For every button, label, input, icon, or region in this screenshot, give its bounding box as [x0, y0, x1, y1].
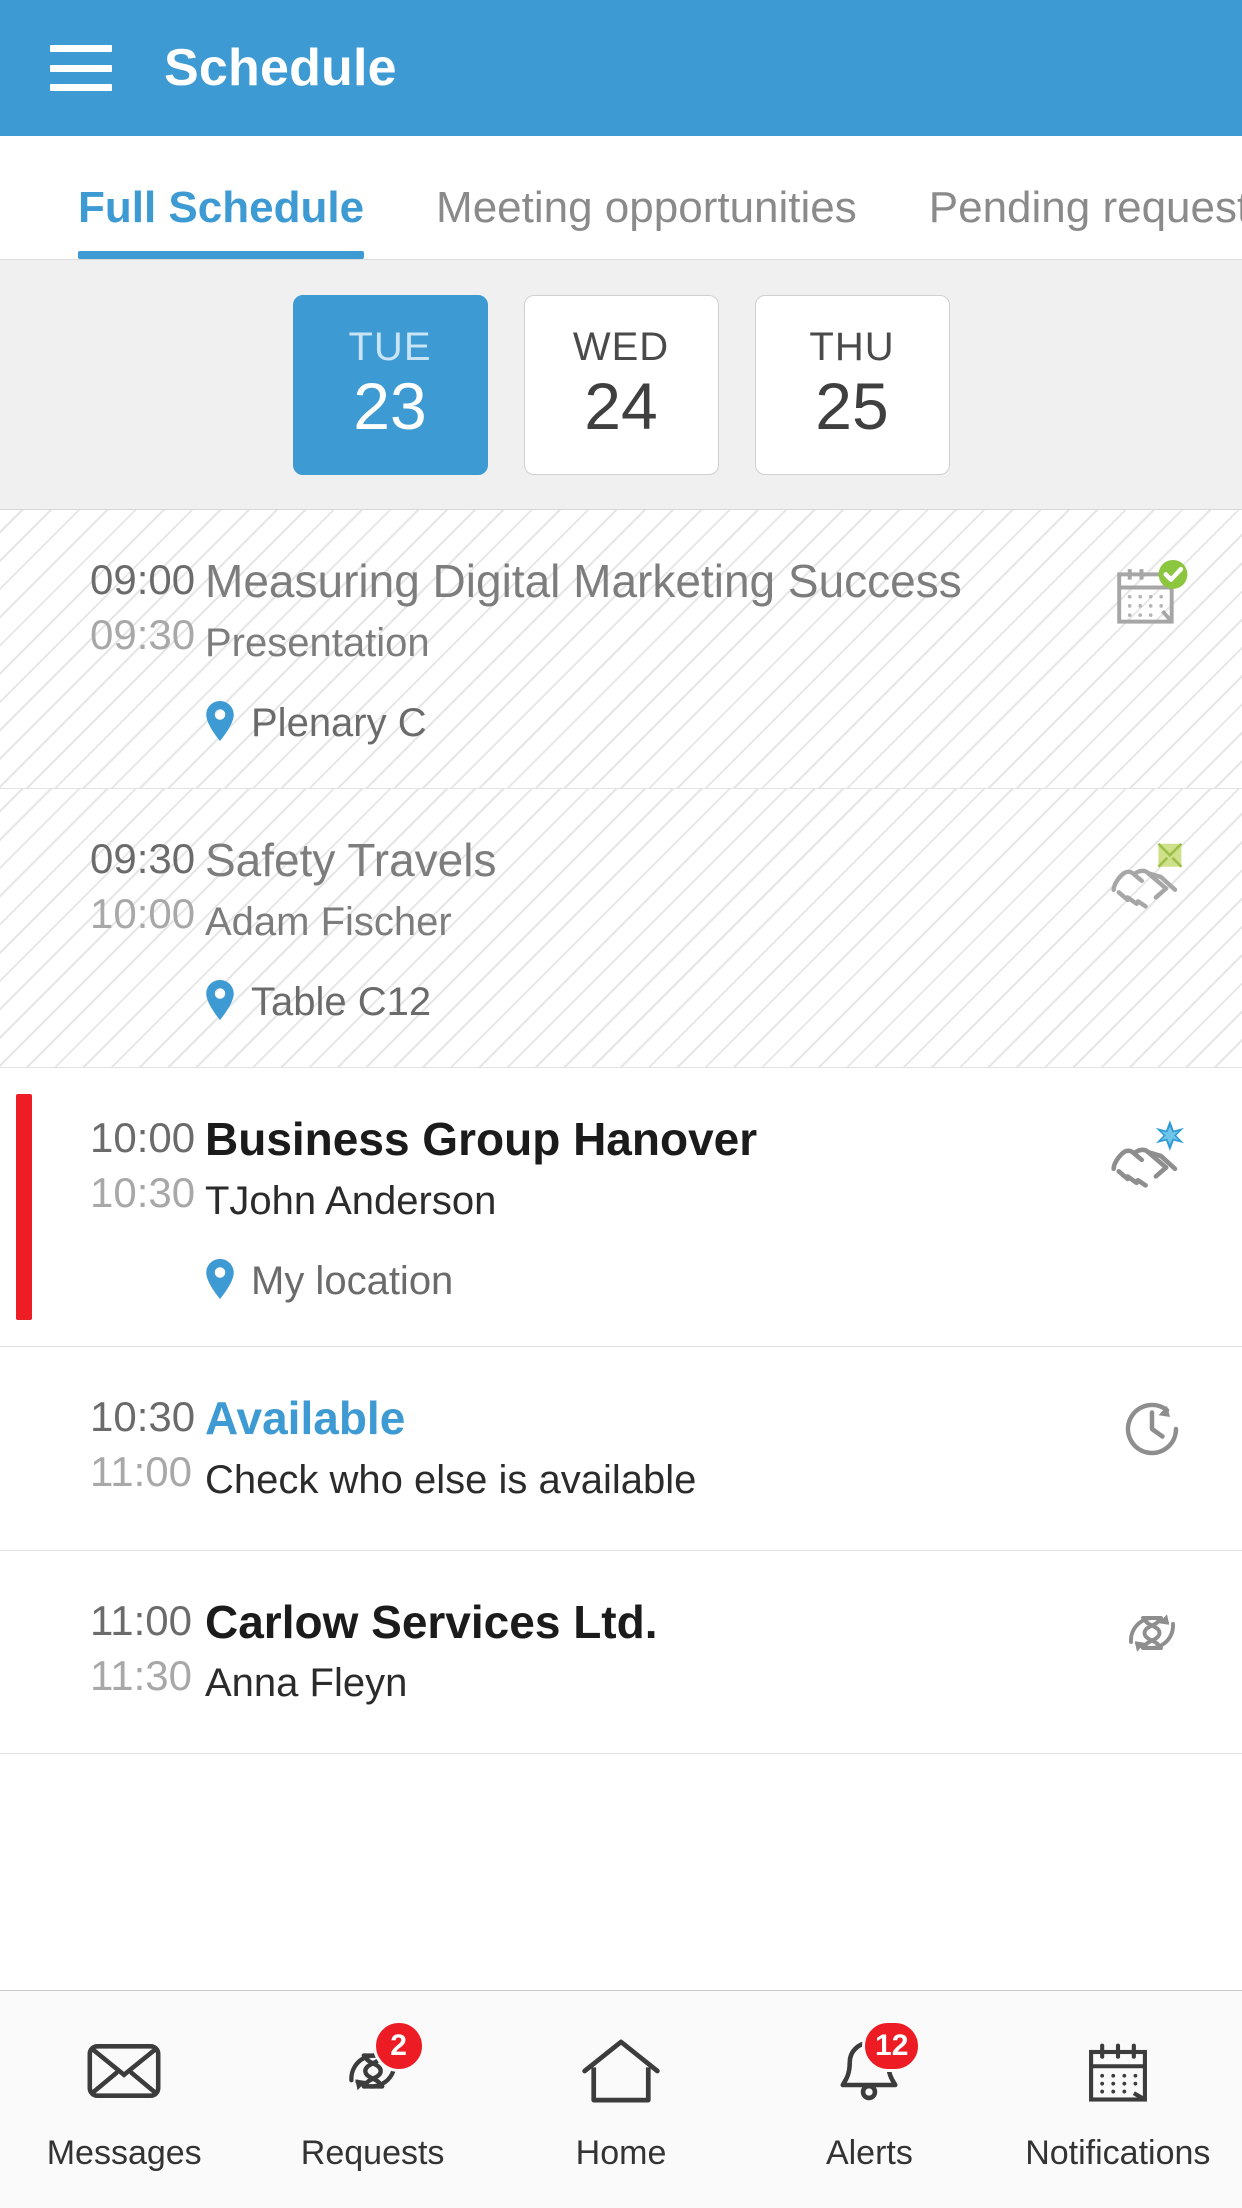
event-time: 10:30 11:00: [0, 1389, 205, 1500]
event-start-time: 09:30: [90, 834, 196, 882]
event-time: 09:30 10:00: [0, 831, 205, 942]
event-body: Measuring Digital Marketing Success Pres…: [205, 552, 1062, 746]
home-icon: [573, 2026, 669, 2116]
handshake-star-icon: [1106, 1114, 1198, 1203]
schedule-list-item[interactable]: 09:30 10:00 Safety Travels Adam Fischer …: [0, 788, 1242, 1068]
event-time: 09:00 09:30: [0, 552, 205, 663]
date-card-wed-24[interactable]: WED 24: [523, 294, 719, 475]
event-subtitle: TJohn Anderson: [205, 1178, 497, 1223]
page-title: Schedule: [164, 39, 397, 97]
event-title: Safety Travels: [205, 833, 497, 886]
event-subtitle: Adam Fischer: [205, 899, 452, 944]
nav-item-notifications[interactable]: Notifications: [994, 2026, 1242, 2173]
tab-meeting-opportunities[interactable]: Meeting opportunities: [436, 183, 857, 259]
current-event-indicator: [16, 1093, 32, 1320]
nav-label-alerts: Alerts: [825, 2134, 913, 2172]
app-header: Schedule: [0, 0, 1242, 136]
event-status-icon-cell: [1062, 1593, 1242, 1674]
schedule-list-item[interactable]: 10:00 10:30 Business Group Hanover TJohn…: [0, 1068, 1242, 1347]
event-location-text: Table C12: [251, 979, 432, 1024]
bottom-navigation: Messages 2 Requests Home 12 Alerts Notif…: [0, 1990, 1242, 2208]
event-location: Plenary C: [205, 700, 1042, 746]
schedule-list-item[interactable]: 11:00 11:30 Carlow Services Ltd. Anna Fl…: [0, 1551, 1242, 1755]
event-end-time: 10:00: [90, 890, 196, 938]
event-end-time: 11:00: [90, 1448, 192, 1496]
event-subtitle: Presentation: [205, 620, 430, 665]
event-end-time: 09:30: [90, 611, 196, 659]
event-title: Carlow Services Ltd.: [205, 1595, 658, 1648]
nav-label-messages: Messages: [46, 2134, 202, 2172]
date-card-dow: TUE: [348, 324, 432, 369]
calendar-check-icon: [1110, 556, 1194, 645]
event-title: Measuring Digital Marketing Success: [205, 555, 962, 607]
event-status-icon-cell: [1062, 831, 1242, 924]
date-selector: TUE 23 WED 24 THU 25: [0, 260, 1242, 510]
date-card-dow: WED: [572, 324, 670, 369]
handshake-envelope-icon: [1106, 835, 1198, 924]
event-location-text: Plenary C: [251, 700, 427, 745]
event-body: Safety Travels Adam Fischer Table C12: [205, 831, 1062, 1025]
tab-pending-requests[interactable]: Pending requests: [929, 183, 1242, 259]
nav-item-messages[interactable]: Messages: [0, 2026, 248, 2173]
tab-bar: Full Schedule Meeting opportunities Pend…: [0, 136, 1242, 260]
event-title[interactable]: Available: [205, 1389, 1042, 1448]
event-location: Table C12: [205, 979, 1042, 1025]
event-title: Business Group Hanover: [205, 1112, 758, 1165]
nav-label-notifications: Notifications: [1025, 2134, 1211, 2172]
bell-icon: 12: [821, 2020, 922, 2116]
event-body: Available Check who else is available: [205, 1389, 1062, 1508]
event-status-icon-cell: [1062, 552, 1242, 645]
event-status-icon-cell: [1062, 1389, 1242, 1470]
map-pin-icon: [205, 700, 235, 746]
tab-full-schedule[interactable]: Full Schedule: [78, 183, 365, 259]
date-card-day: 23: [353, 368, 427, 443]
event-start-time: 10:30: [90, 1392, 196, 1440]
date-card-dow: THU: [809, 324, 895, 369]
event-start-time: 09:00: [90, 556, 196, 603]
event-time: 11:00 11:30: [0, 1593, 205, 1704]
nav-item-requests[interactable]: 2 Requests: [248, 2020, 496, 2173]
event-location-text: My location: [251, 1258, 454, 1303]
hamburger-menu-icon[interactable]: [50, 45, 112, 91]
hourglass-refresh-icon: [1116, 1597, 1188, 1674]
nav-label-home: Home: [575, 2134, 667, 2172]
event-status-icon-cell: [1062, 1110, 1242, 1203]
event-start-time: 11:00: [90, 1596, 192, 1644]
event-body: Business Group Hanover TJohn Anderson My…: [205, 1110, 1062, 1304]
event-body: Carlow Services Ltd. Anna Fleyn: [205, 1593, 1062, 1712]
event-subtitle: Check who else is available: [205, 1457, 697, 1502]
event-location: My location: [205, 1258, 1042, 1304]
hourglass-refresh-icon: 2: [325, 2020, 425, 2116]
date-card-tue-23[interactable]: TUE 23: [292, 294, 488, 475]
event-end-time: 11:30: [90, 1651, 192, 1699]
badge-alerts: 12: [862, 2020, 922, 2072]
date-card-day: 25: [815, 368, 889, 443]
envelope-icon: [76, 2026, 172, 2116]
event-end-time: 10:30: [90, 1169, 196, 1217]
map-pin-icon: [205, 1258, 235, 1304]
schedule-list: 09:00 09:30 Measuring Digital Marketing …: [0, 510, 1242, 1755]
event-start-time: 10:00: [90, 1113, 196, 1161]
schedule-list-item[interactable]: 10:30 11:00 Available Check who else is …: [0, 1347, 1242, 1551]
map-pin-icon: [205, 979, 235, 1025]
schedule-list-item[interactable]: 09:00 09:30 Measuring Digital Marketing …: [0, 510, 1242, 789]
clock-history-icon: [1116, 1393, 1188, 1470]
badge-requests: 2: [372, 2020, 425, 2072]
nav-item-home[interactable]: Home: [497, 2026, 745, 2173]
nav-item-alerts[interactable]: 12 Alerts: [745, 2020, 993, 2173]
date-card-day: 24: [584, 368, 658, 443]
nav-label-requests: Requests: [300, 2134, 445, 2172]
calendar-icon: [1070, 2026, 1166, 2116]
event-subtitle: Anna Fleyn: [205, 1661, 408, 1706]
date-card-thu-25[interactable]: THU 25: [754, 294, 950, 475]
